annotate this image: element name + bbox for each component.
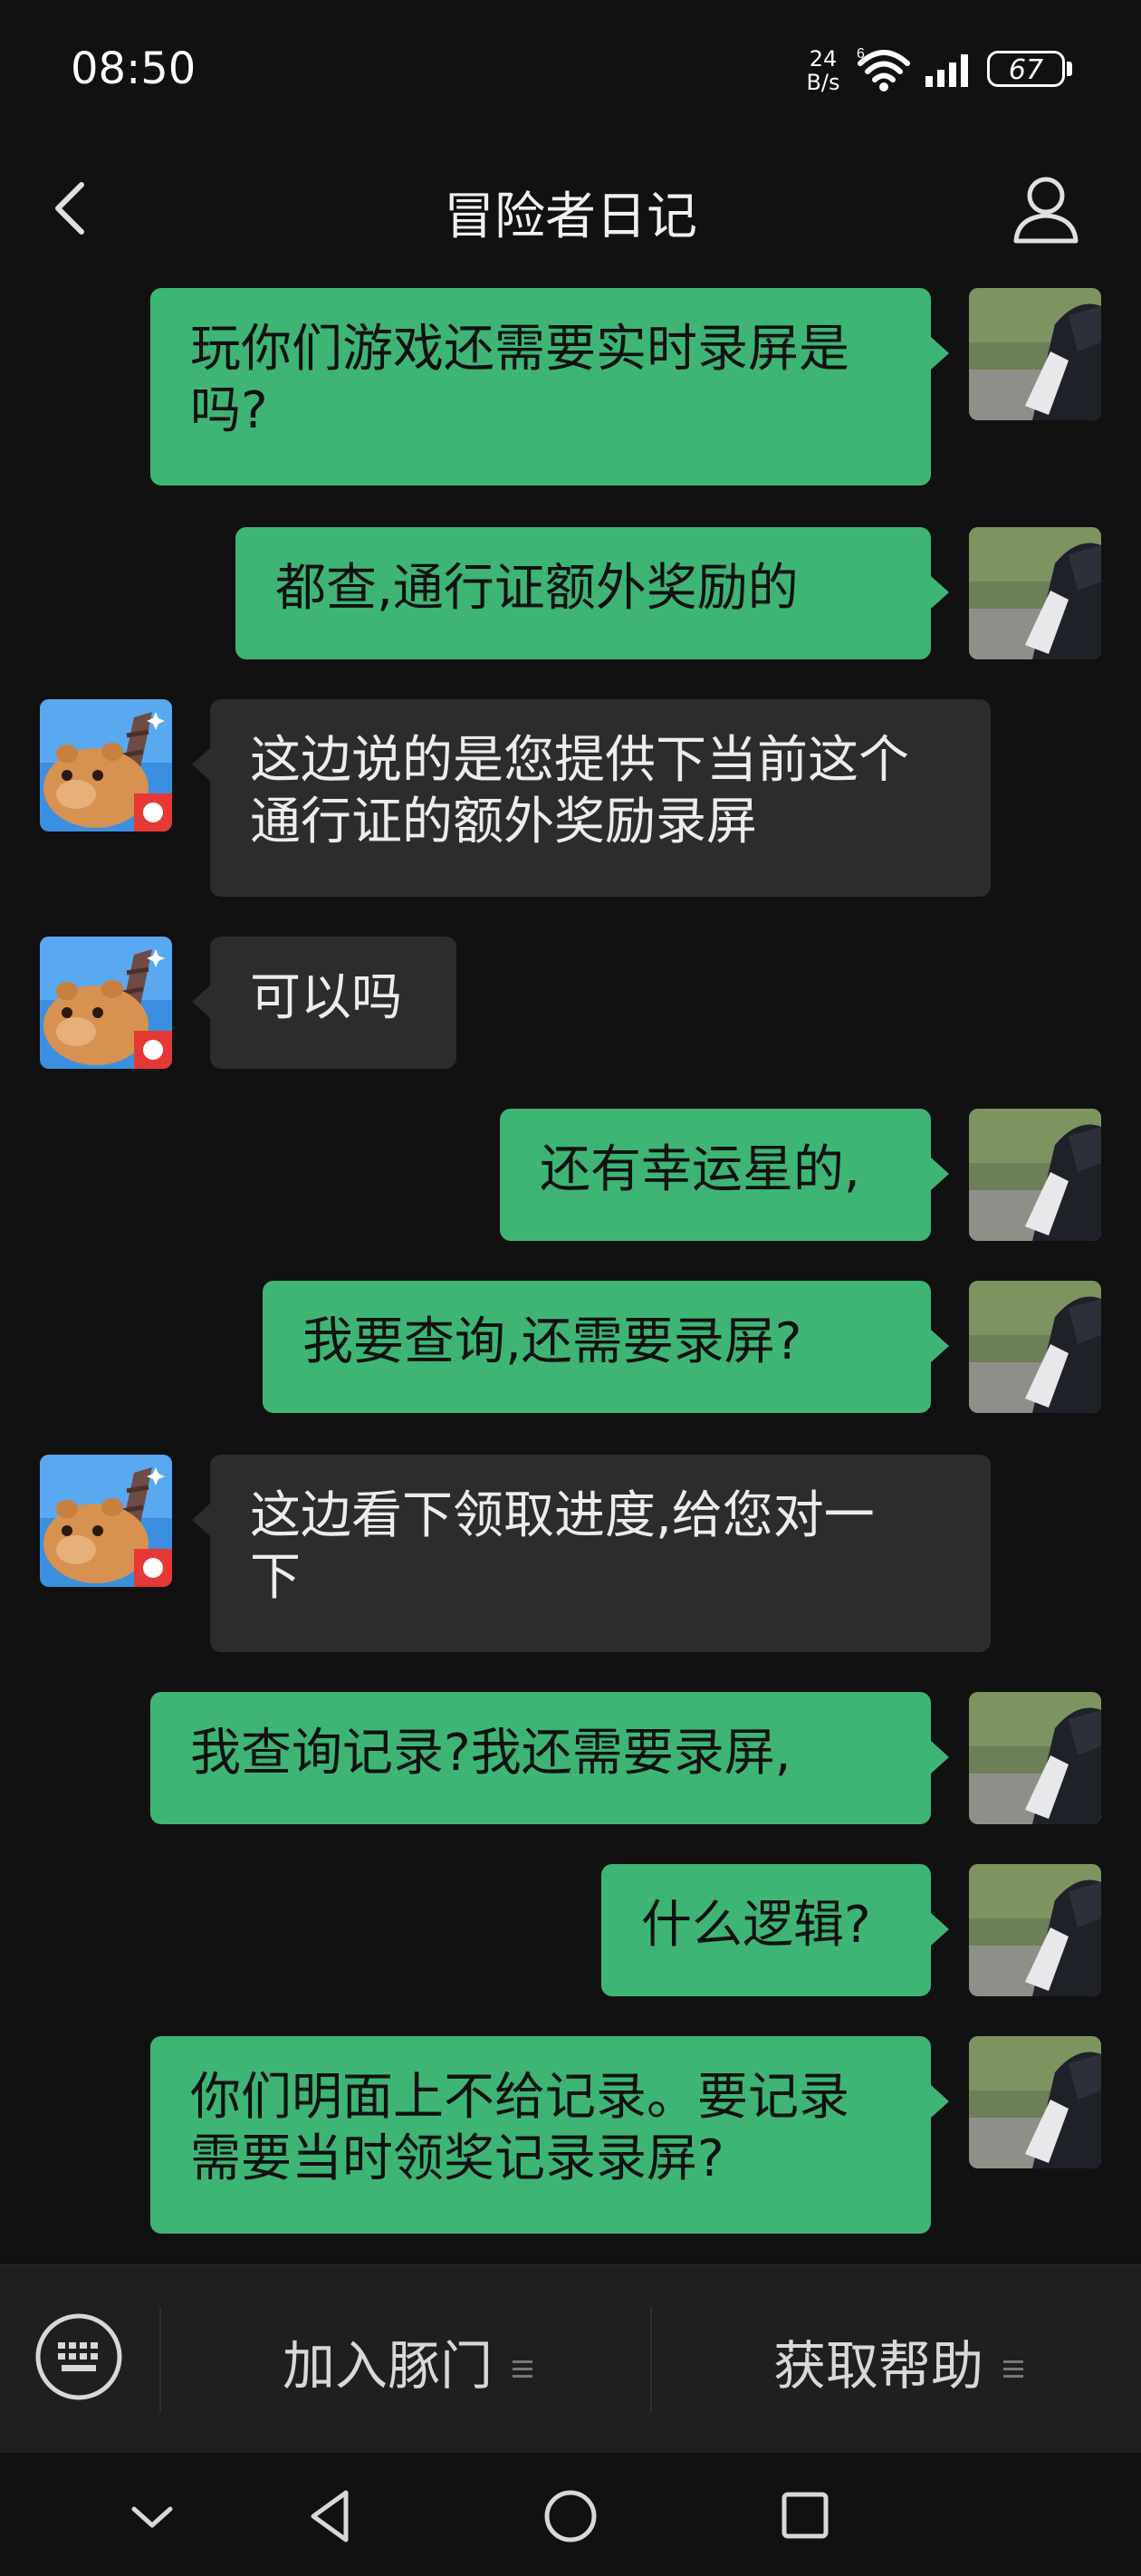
bubble-tail: [931, 1913, 949, 1946]
message-bubble[interactable]: 玩你们游戏还需要实时录屏是 吗?: [150, 288, 931, 485]
square-recent-icon[interactable]: [770, 2480, 842, 2552]
message-bubble[interactable]: 什么逻辑?: [601, 1864, 931, 1996]
chevron-down-icon[interactable]: [116, 2480, 188, 2552]
menu-join-button[interactable]: 加入豚门: [163, 2323, 652, 2397]
bottom-menu-bar: 加入豚门 获取帮助: [0, 2264, 1141, 2454]
my-avatar[interactable]: [969, 2036, 1101, 2168]
bubble-tail: [192, 748, 210, 781]
bubble-tail: [931, 1158, 949, 1190]
message-bubble[interactable]: 这边看下领取进度,给您对一 下: [210, 1455, 991, 1652]
title-bar: 冒险者日记: [0, 136, 1141, 272]
capybara-avatar[interactable]: [40, 699, 172, 831]
menu-divider: [650, 2307, 652, 2412]
capybara-avatar[interactable]: [40, 1455, 172, 1587]
svg-text:6: 6: [857, 46, 865, 62]
network-speed: 24 B/s: [806, 46, 840, 95]
my-avatar[interactable]: [969, 1109, 1101, 1241]
triangle-back-icon[interactable]: [295, 2480, 368, 2552]
message-bubble[interactable]: 可以吗: [210, 937, 456, 1069]
system-nav-bar: [0, 2453, 1141, 2576]
bubble-tail: [192, 1504, 210, 1536]
menu-divider: [159, 2307, 161, 2412]
my-avatar[interactable]: [969, 527, 1101, 659]
bubble-tail: [931, 1330, 949, 1362]
bubble-tail: [931, 337, 949, 370]
bubble-tail: [931, 1741, 949, 1773]
battery-icon: 67: [987, 51, 1065, 87]
message-bubble[interactable]: 我要查询,还需要录屏?: [263, 1281, 931, 1413]
message-bubble[interactable]: 都查,通行证额外奖励的: [235, 527, 931, 659]
submenu-lines-icon: [1003, 2356, 1023, 2382]
status-bar: 08:50 24 B/s 6 67: [0, 0, 1141, 136]
message-bubble[interactable]: 我查询记录?我还需要录屏,: [150, 1692, 931, 1824]
signal-icon: [925, 54, 968, 87]
my-avatar[interactable]: [969, 1692, 1101, 1824]
message-bubble[interactable]: 你们明面上不给记录。要记录 需要当时领奖记录录屏?: [150, 2036, 931, 2234]
bubble-tail: [192, 985, 210, 1018]
my-avatar[interactable]: [969, 1281, 1101, 1413]
status-time: 08:50: [71, 43, 197, 94]
my-avatar[interactable]: [969, 1864, 1101, 1996]
message-bubble[interactable]: 还有幸运星的,: [500, 1109, 931, 1241]
keyboard-icon[interactable]: [34, 2312, 123, 2401]
page-title: 冒险者日记: [444, 187, 697, 246]
battery-tip: [1067, 62, 1072, 76]
bubble-tail: [931, 576, 949, 609]
bubble-tail: [931, 2085, 949, 2118]
my-avatar[interactable]: [969, 288, 1101, 420]
circle-home-icon[interactable]: [534, 2480, 607, 2552]
wifi-icon: 6: [857, 46, 910, 91]
capybara-avatar[interactable]: [40, 937, 172, 1069]
menu-help-button[interactable]: 获取帮助: [654, 2323, 1141, 2397]
submenu-lines-icon: [513, 2356, 532, 2382]
person-icon[interactable]: [1005, 168, 1087, 250]
message-bubble[interactable]: 这边说的是您提供下当前这个 通行证的额外奖励录屏: [210, 699, 991, 897]
